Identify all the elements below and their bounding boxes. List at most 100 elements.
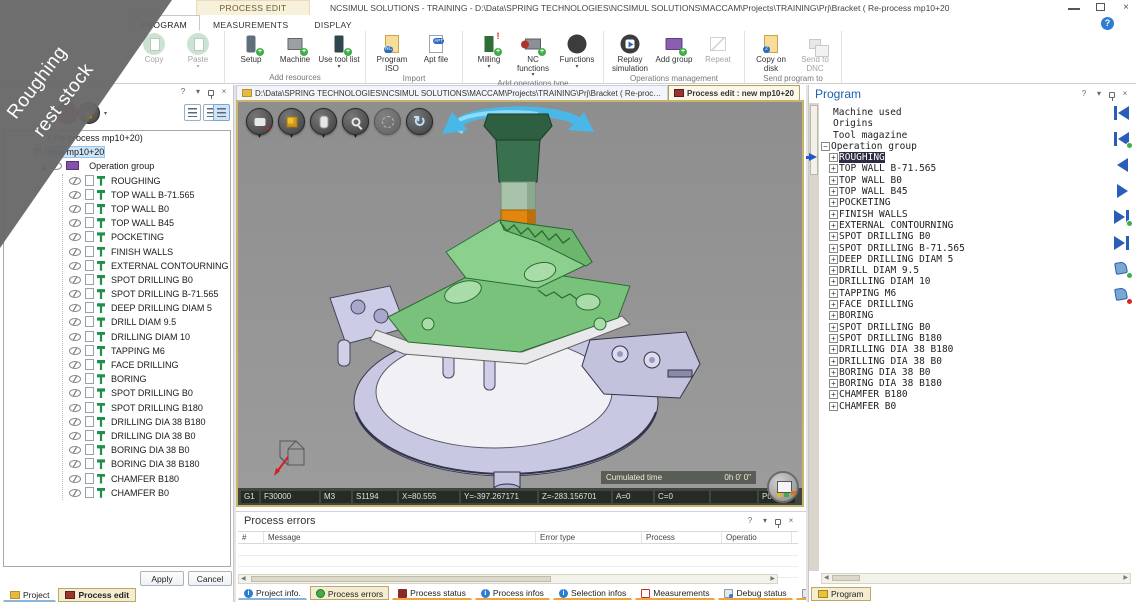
ribbon-copy-on-disk-button[interactable]: Copy on disk [749,32,793,73]
expand-box-icon[interactable]: + [829,379,838,388]
program-item-tapping-m6[interactable]: +TAPPING M6 [821,288,1107,299]
expand-box-icon[interactable]: + [829,289,838,298]
tree-item-roughing[interactable]: ROUGHING [63,174,230,188]
tree-item-drill-diam-9-5[interactable]: DRILL DIAM 9.5 [63,315,230,329]
ribbon-tab-program[interactable]: PROGRAM [128,15,200,31]
apply-button[interactable]: Apply [140,571,184,586]
ribbon-tab-display[interactable]: DISPLAY [301,15,364,31]
refresh-view-button[interactable]: ↻ [406,108,433,135]
panel-menu-icon[interactable]: ▾ [193,87,203,97]
panel-help-icon[interactable]: ? [178,87,188,97]
step-to-event-button[interactable] [1113,209,1131,225]
visibility-off-icon[interactable] [69,404,81,412]
ribbon-replay-simulation-button[interactable]: Replay simulation [608,32,652,73]
ribbon-add-group-button[interactable]: Add group [652,32,696,73]
column-header-process[interactable]: Process [642,532,722,543]
expand-box-icon[interactable]: + [829,198,838,207]
program-item-spot-drilling-b0[interactable]: +SPOT DRILLING B0 [821,322,1107,333]
expand-box-icon[interactable]: + [829,255,838,264]
tree-item-top-wall-b0[interactable]: TOP WALL B0 [63,202,230,216]
expand-box-icon[interactable]: + [829,390,838,399]
panel-help-icon[interactable]: ? [1079,89,1089,99]
solid-view-button[interactable] [278,108,305,135]
dropdown-caret-icon[interactable]: ▾ [342,135,369,140]
tab-program[interactable]: Program [811,587,871,601]
tree-item-boring-dia-38-b180[interactable]: BORING DIA 38 B180 [63,457,230,471]
visibility-off-icon[interactable] [69,233,81,241]
program-item-top-wall-b-71-565[interactable]: +TOP WALL B-71.565 [821,163,1107,174]
status-tab-project-info[interactable]: iProject info. [238,586,307,600]
collapse-box-icon[interactable]: − [821,142,830,151]
tree-item-boring[interactable]: BORING [63,372,230,386]
execute-stop-button[interactable] [1113,287,1131,303]
expand-box-icon[interactable]: + [829,232,838,241]
program-item-top-wall-b0[interactable]: +TOP WALL B0 [821,175,1107,186]
program-item-machine-used[interactable]: Machine used [821,107,1107,118]
expand-box-icon[interactable]: + [829,266,838,275]
tree-item-spot-drilling-b180[interactable]: SPOT DRILLING B180 [63,401,230,415]
ribbon-apt-file-button[interactable]: Apt file [414,32,458,73]
minimize-button[interactable] [1068,2,1080,10]
panel-close-icon[interactable]: × [1120,89,1130,99]
tab-process-edit[interactable]: Process edit : new mp10+20 [668,85,800,100]
program-item-origins[interactable]: Origins [821,118,1107,129]
tree-item-tapping-m6[interactable]: TAPPING M6 [63,344,230,358]
expand-triangle-icon[interactable]: ◢ [40,160,46,174]
visibility-off-icon[interactable] [69,290,81,298]
visibility-off-icon[interactable] [69,446,81,454]
visibility-off-icon[interactable] [69,460,81,468]
tree-item-finish-walls[interactable]: FINISH WALLS [63,245,230,259]
expand-box-icon[interactable]: + [829,153,838,162]
visibility-off-icon[interactable] [69,333,81,341]
program-item-spot-drilling-b-71-565[interactable]: +SPOT DRILLING B-71.565 [821,243,1107,254]
tab-process-edit[interactable]: Process edit [58,588,136,602]
expand-box-icon[interactable]: + [829,176,838,185]
status-tab-selection-infos[interactable]: iSelection infos [553,586,632,600]
view-orientation-button[interactable] [246,108,273,135]
expand-box-icon[interactable]: + [829,221,838,230]
tree-root-new-mp[interactable]: new mp10+20 [4,145,230,159]
restore-button[interactable] [1096,3,1105,11]
expand-box-icon[interactable]: + [829,323,838,332]
pin-icon[interactable] [208,90,214,96]
program-item-drilling-dia-38-b0[interactable]: +DRILLING DIA 38 B0 [821,356,1107,367]
vertical-scrollbar[interactable] [809,103,819,571]
visibility-off-icon[interactable] [69,489,81,497]
tree-item-spot-drilling-b0[interactable]: SPOT DRILLING B0 [63,386,230,400]
visibility-off-icon[interactable] [69,361,81,369]
program-item-drilling-diam-10[interactable]: +DRILLING DIAM 10 [821,276,1107,287]
expand-box-icon[interactable]: + [829,210,838,219]
3d-viewport[interactable]: ▾ ▾ ▾ ▾ ↻ [236,100,804,507]
pin-icon[interactable] [1109,92,1115,98]
stock-view-button[interactable] [310,108,337,135]
expand-box-icon[interactable]: + [829,244,838,253]
cancel-button[interactable]: Cancel [188,571,232,586]
ribbon-machine-button[interactable]: Machine [273,32,317,72]
close-button[interactable]: × [1120,2,1132,13]
panel-help-icon[interactable]: ? [745,516,755,526]
program-item-boring-dia-38-b180[interactable]: +BORING DIA 38 B180 [821,378,1107,389]
program-item-drill-diam-9-5[interactable]: +DRILL DIAM 9.5 [821,265,1107,276]
tree-item-chamfer-b180[interactable]: CHAMFER B180 [63,472,230,486]
horizontal-scrollbar[interactable]: ◀▶ [821,573,1131,584]
visibility-off-icon[interactable] [69,177,81,185]
program-item-chamfer-b0[interactable]: +CHAMFER B0 [821,401,1107,412]
visibility-off-icon[interactable] [69,347,81,355]
dropdown-caret-icon[interactable]: ▾ [246,135,273,140]
go-first-button[interactable] [1113,105,1131,121]
tree-root-project[interactable]: ( Re-process mp10+20) [4,131,230,145]
execute-ok-button[interactable] [1113,261,1131,277]
tree-item-drilling-dia-38-b180[interactable]: DRILLING DIA 38 B180 [63,415,230,429]
expand-box-icon[interactable]: + [829,334,838,343]
visibility-off-icon[interactable] [69,205,81,213]
pin-icon[interactable] [775,519,781,525]
column-header-message[interactable]: Message [264,532,536,543]
ribbon-functions-button[interactable]: Functions▾ [555,32,599,78]
tree-item-chamfer-b0[interactable]: CHAMFER B0 [63,486,230,500]
tree-item-drilling-diam-10[interactable]: DRILLING DIAM 10 [63,330,230,344]
tree-item-deep-drilling-diam-5[interactable]: DEEP DRILLING DIAM 5 [63,301,230,315]
program-item-spot-drilling-b0[interactable]: +SPOT DRILLING B0 [821,231,1107,242]
help-icon[interactable]: ? [1101,17,1114,30]
program-item-deep-drilling-diam-5[interactable]: +DEEP DRILLING DIAM 5 [821,254,1107,265]
visibility-off-icon[interactable] [69,475,81,483]
